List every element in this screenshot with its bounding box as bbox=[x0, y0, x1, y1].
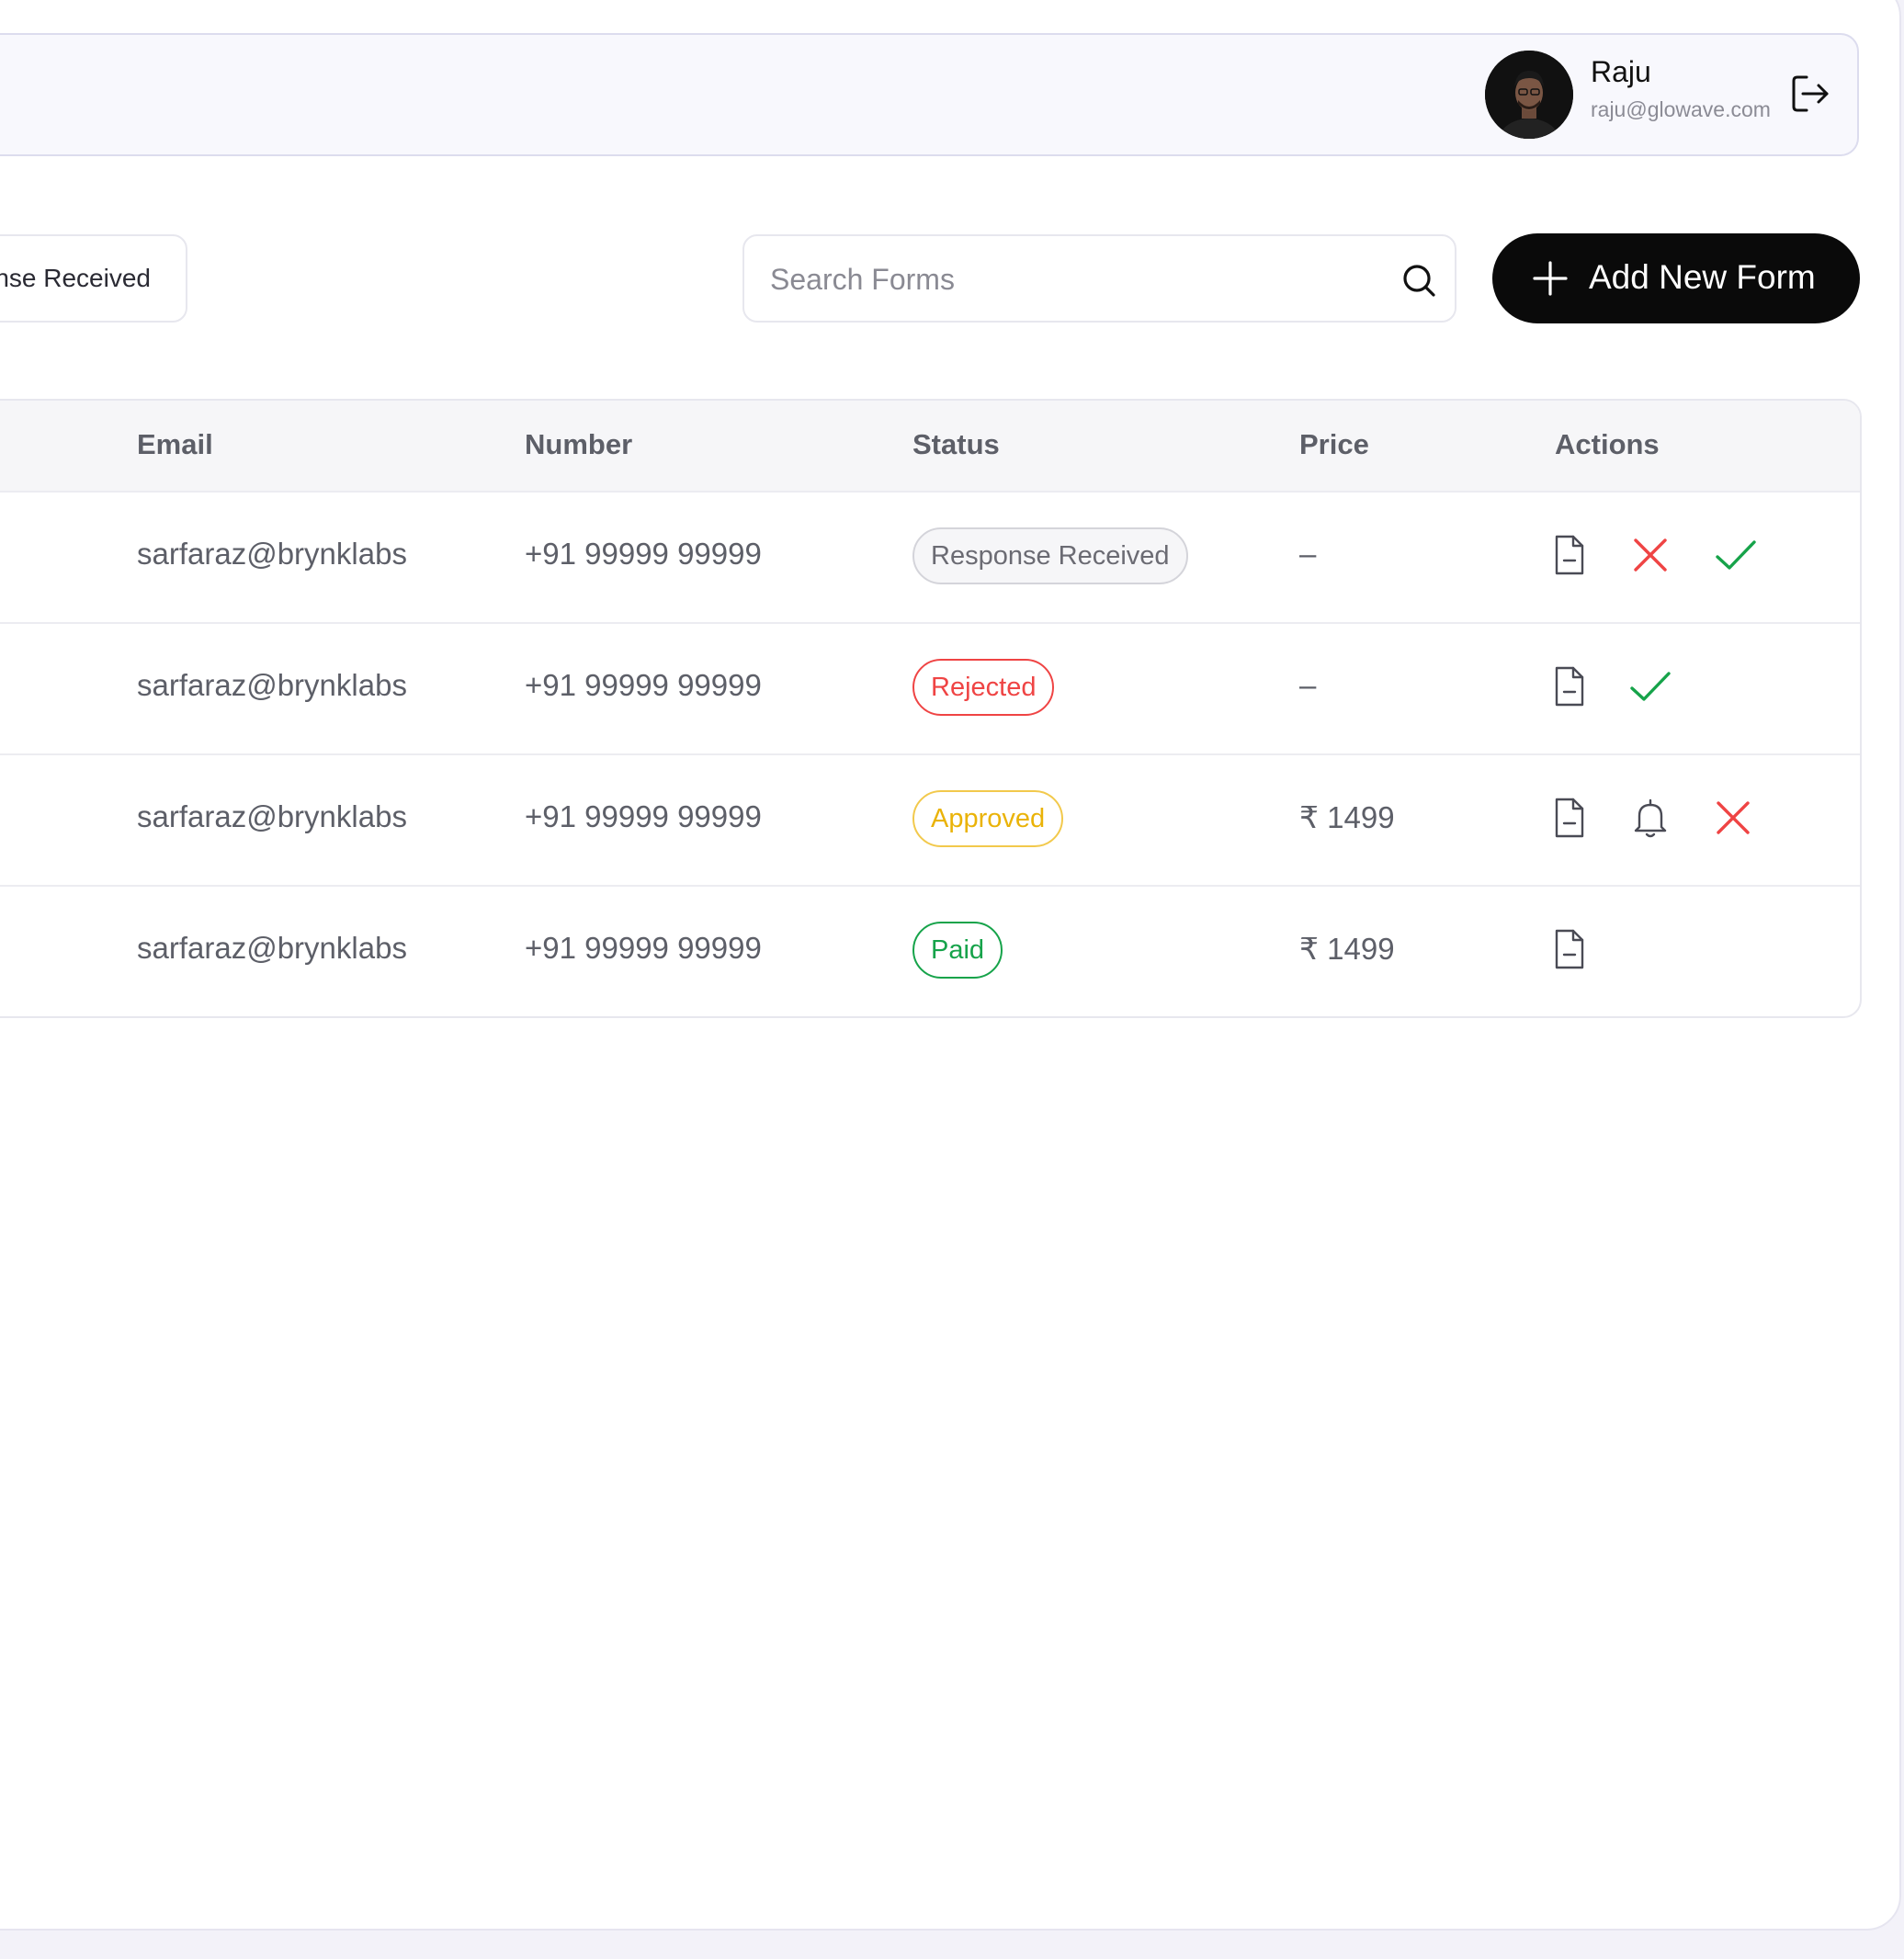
table-header: Email Number Status Price Actions bbox=[0, 401, 1860, 491]
number-cell: +91 99999 99999 bbox=[525, 537, 762, 571]
status-badge: Approved bbox=[912, 790, 1064, 847]
status-badge: Paid bbox=[912, 922, 1003, 979]
number-cell: +91 99999 99999 bbox=[525, 799, 762, 833]
status-filter-tab[interactable]: nse Received bbox=[0, 234, 187, 323]
bell-icon[interactable] bbox=[1628, 796, 1672, 840]
number-cell: +91 99999 99999 bbox=[525, 931, 762, 965]
reject-icon[interactable] bbox=[1711, 796, 1755, 840]
forms-table: Email Number Status Price Actions sarfar… bbox=[0, 399, 1862, 1018]
search-icon[interactable] bbox=[1399, 260, 1439, 300]
top-header-bar bbox=[0, 33, 1859, 156]
approve-icon[interactable] bbox=[1628, 664, 1672, 708]
price-cell: ₹ 1499 bbox=[1299, 932, 1395, 966]
email-cell: sarfaraz@brynklabs bbox=[137, 931, 407, 965]
status-badge: Response Received bbox=[912, 527, 1188, 584]
number-cell: +91 99999 99999 bbox=[525, 668, 762, 702]
plus-icon bbox=[1531, 259, 1570, 298]
status-badge: Rejected bbox=[912, 659, 1055, 716]
email-cell: sarfaraz@brynklabs bbox=[137, 537, 407, 571]
logout-icon[interactable] bbox=[1788, 72, 1832, 116]
email-cell: sarfaraz@brynklabs bbox=[137, 668, 407, 702]
user-email: raju@glowave.com bbox=[1591, 97, 1771, 121]
table-row: sarfaraz@brynklabs +91 99999 99999 Appro… bbox=[0, 753, 1860, 885]
document-icon[interactable] bbox=[1547, 796, 1592, 840]
document-icon[interactable] bbox=[1547, 533, 1592, 577]
column-header-actions: Actions bbox=[1555, 428, 1660, 460]
email-cell: sarfaraz@brynklabs bbox=[137, 799, 407, 833]
price-cell: – bbox=[1299, 537, 1317, 571]
table-row: sarfaraz@brynklabs +91 99999 99999 Rejec… bbox=[0, 622, 1860, 753]
add-new-form-label: Add New Form bbox=[1589, 258, 1816, 296]
column-header-status: Status bbox=[912, 428, 1000, 460]
approve-icon[interactable] bbox=[1714, 533, 1758, 577]
reject-icon[interactable] bbox=[1628, 533, 1672, 577]
table-row: sarfaraz@brynklabs +91 99999 99999 Respo… bbox=[0, 491, 1860, 622]
column-header-price: Price bbox=[1299, 428, 1369, 460]
status-filter-label: nse Received bbox=[0, 264, 151, 292]
user-name: Raju bbox=[1591, 55, 1651, 88]
search-input[interactable] bbox=[768, 255, 1360, 304]
table-row: sarfaraz@brynklabs +91 99999 99999 Paid … bbox=[0, 885, 1860, 1016]
add-new-form-button[interactable]: Add New Form bbox=[1492, 233, 1860, 323]
column-header-number: Number bbox=[525, 428, 633, 460]
price-cell: – bbox=[1299, 668, 1317, 702]
column-header-email: Email bbox=[137, 428, 213, 460]
document-icon[interactable] bbox=[1547, 927, 1592, 971]
price-cell: ₹ 1499 bbox=[1299, 800, 1395, 834]
document-icon[interactable] bbox=[1547, 664, 1592, 708]
avatar[interactable] bbox=[1485, 51, 1573, 139]
search-box bbox=[742, 234, 1456, 323]
